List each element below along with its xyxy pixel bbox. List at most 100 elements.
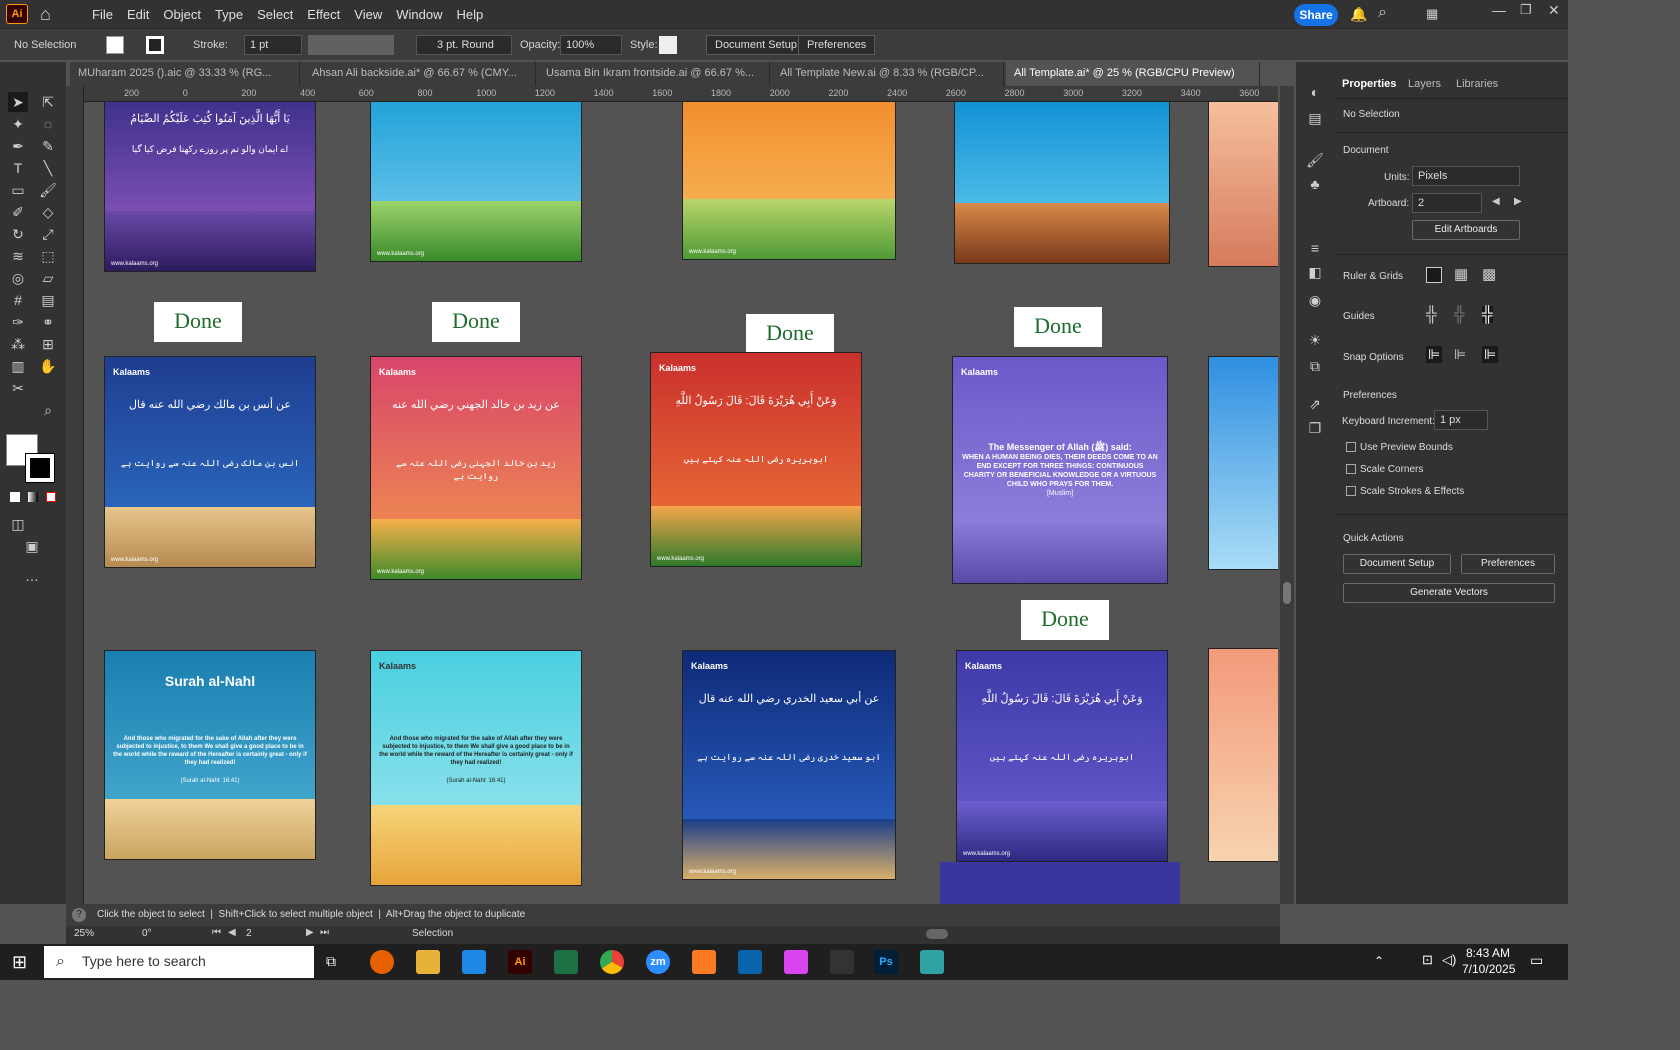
artboard-nav-last-icon[interactable]: ⏭ xyxy=(320,927,329,938)
screen-mode-icon[interactable]: ▣ xyxy=(22,536,42,556)
appearance-panel-icon[interactable]: ☀ xyxy=(1305,330,1325,350)
more-tools-icon[interactable]: … xyxy=(22,566,42,586)
warp-tool-icon[interactable]: ≋ xyxy=(8,246,28,266)
excel-icon[interactable] xyxy=(554,950,578,974)
vertical-scrollbar[interactable] xyxy=(1280,86,1294,904)
eraser-icon[interactable]: ◇ xyxy=(38,202,58,222)
color-mode-icon[interactable] xyxy=(10,492,20,502)
artboard-10[interactable] xyxy=(1208,356,1278,570)
menu-window[interactable]: Window xyxy=(396,7,442,22)
tab-all-template-new[interactable]: All Template New.ai @ 8.33 % (RGB/CP... xyxy=(772,62,1004,86)
stroke-swatch[interactable] xyxy=(146,36,164,54)
artboard-select[interactable]: 2 xyxy=(1412,193,1482,213)
curvature-tool-icon[interactable]: ✎ xyxy=(38,136,58,156)
column-graph-icon[interactable]: ▥ xyxy=(8,356,28,376)
artboard-3[interactable]: www.kalaams.org xyxy=(682,102,896,260)
paintbrush-icon[interactable]: 🖌 xyxy=(38,180,58,200)
tool-app-icon[interactable] xyxy=(830,950,854,974)
menu-edit[interactable]: Edit xyxy=(127,7,149,22)
type-tool-icon[interactable]: T xyxy=(8,158,28,178)
snap-to-grid-icon[interactable]: ⊫ xyxy=(1454,346,1466,363)
menu-view[interactable]: View xyxy=(354,7,382,22)
smart-guides-icon[interactable]: ╬ xyxy=(1482,306,1493,323)
layers-panel-icon[interactable]: ⧉ xyxy=(1305,356,1325,376)
keyboard-increment-input[interactable]: 1 px xyxy=(1434,410,1488,430)
lock-guides-icon[interactable]: ╬ xyxy=(1454,306,1465,323)
close-icon[interactable]: ✕ xyxy=(1548,2,1560,19)
home-icon[interactable]: ⌂ xyxy=(40,5,62,23)
artboard-nav-first-icon[interactable]: ⏮ xyxy=(212,927,221,938)
workspace-icon[interactable]: ▦ xyxy=(1426,6,1438,22)
artboard-5[interactable] xyxy=(1208,102,1278,267)
transparency-grid-icon[interactable]: ▩ xyxy=(1482,265,1496,283)
vscode-icon[interactable] xyxy=(462,950,486,974)
rulers-icon[interactable] xyxy=(1426,267,1442,283)
bell-icon[interactable]: 🔔 xyxy=(1350,6,1367,23)
design-app-icon[interactable] xyxy=(784,950,808,974)
opacity-input[interactable]: 100% xyxy=(560,35,622,55)
rotation-input[interactable]: 0° xyxy=(142,928,152,939)
brush-definition[interactable]: 3 pt. Round xyxy=(416,35,512,55)
preferences-button[interactable]: Preferences xyxy=(1461,554,1555,574)
line-tool-icon[interactable]: ╲ xyxy=(38,158,58,178)
stroke-color-icon[interactable] xyxy=(25,453,55,483)
artboard-4[interactable] xyxy=(954,102,1170,264)
mesh-tool-icon[interactable]: # xyxy=(8,290,28,310)
artboard-7[interactable]: Kalaams عن زيد بن خالد الجهني رضي الله ع… xyxy=(370,356,582,580)
menu-select[interactable]: Select xyxy=(257,7,293,22)
scale-tool-icon[interactable]: ⤢ xyxy=(38,224,58,244)
artboards-panel-icon[interactable]: ❐ xyxy=(1305,418,1325,438)
direct-selection-tool-icon[interactable]: ⇱ xyxy=(38,92,58,112)
zoom-tool-icon[interactable]: ⌕ xyxy=(38,400,58,420)
stroke-panel-icon[interactable]: ≡ xyxy=(1305,238,1325,258)
units-select[interactable]: Pixels xyxy=(1412,166,1520,186)
horizontal-scroll-thumb[interactable] xyxy=(926,929,948,939)
outlook-icon[interactable] xyxy=(738,950,762,974)
pen-tool-icon[interactable]: ✒ xyxy=(8,136,28,156)
gradient-panel-icon[interactable]: ◧ xyxy=(1305,262,1325,282)
clock-time[interactable]: 8:43 AM xyxy=(1466,946,1510,960)
magic-wand-icon[interactable]: ✦ xyxy=(8,114,28,134)
menu-help[interactable]: Help xyxy=(456,7,483,22)
tab-muharam[interactable]: MUharam 2025 ().aic @ 33.33 % (RG... xyxy=(70,62,300,86)
use-preview-bounds-checkbox[interactable] xyxy=(1346,442,1356,452)
export-panel-icon[interactable]: ⇗ xyxy=(1305,394,1325,414)
free-transform-icon[interactable]: ⬚ xyxy=(38,246,58,266)
canvas[interactable]: يَا أَيُّهَا الَّذِينَ آمَنُوا كُتِبَ عَ… xyxy=(84,102,1278,904)
share-button[interactable]: Share xyxy=(1294,4,1338,26)
artboard-2[interactable]: www.kalaams.org xyxy=(370,102,582,262)
gradient-tool-icon[interactable]: ▤ xyxy=(38,290,58,310)
edit-artboards-button[interactable]: Edit Artboards xyxy=(1412,220,1520,240)
artboard-tool-icon[interactable]: ⊞ xyxy=(38,334,58,354)
scale-corners-checkbox[interactable] xyxy=(1346,464,1356,474)
clock-date[interactable]: 7/10/2025 xyxy=(1462,962,1515,976)
menu-effect[interactable]: Effect xyxy=(307,7,340,22)
artboard-15[interactable] xyxy=(1208,648,1278,862)
tab-all-template[interactable]: All Template.ai* @ 25 % (RGB/CPU Preview… xyxy=(1006,62,1260,86)
grid-icon[interactable]: ▦ xyxy=(1454,265,1468,283)
done-label[interactable]: Done xyxy=(1014,307,1102,347)
menu-type[interactable]: Type xyxy=(215,7,243,22)
photoshop-icon[interactable]: Ps xyxy=(874,950,898,974)
variable-width-profile[interactable] xyxy=(308,35,394,55)
artboard-number-input[interactable]: 2 xyxy=(246,928,252,939)
shaper-tool-icon[interactable]: ✐ xyxy=(8,202,28,222)
artboard-nav-prev-icon[interactable]: ◀ xyxy=(228,927,236,938)
artboard-13[interactable]: Kalaams عن أبي سعيد الخدري رضي الله عنه … xyxy=(682,650,896,880)
snap-to-pixel-icon[interactable]: ⊫ xyxy=(1482,346,1499,363)
libraries-panel-icon[interactable]: ▤ xyxy=(1305,108,1325,128)
symbol-sprayer-icon[interactable]: ⁂ xyxy=(8,334,28,354)
document-setup-button[interactable]: Document Setup xyxy=(706,35,806,55)
draw-mode-icon[interactable]: ◫ xyxy=(8,514,28,534)
blend-tool-icon[interactable]: ⚭ xyxy=(38,312,58,332)
next-artboard-icon[interactable]: ▶ xyxy=(1514,196,1522,207)
selection-tool-icon[interactable]: ➤ xyxy=(8,92,28,112)
tab-usama-frontside[interactable]: Usama Bin Ikram frontside.ai @ 66.67 %..… xyxy=(538,62,770,86)
scale-strokes-checkbox[interactable] xyxy=(1346,486,1356,496)
lasso-icon[interactable]: ◌ xyxy=(38,114,58,134)
task-view-icon[interactable]: ⧉ xyxy=(326,953,336,970)
snap-to-point-icon[interactable]: ⊫ xyxy=(1426,346,1443,363)
firefox-icon[interactable] xyxy=(370,950,394,974)
zoom-input[interactable]: 25% xyxy=(74,928,94,939)
slice-tool-icon[interactable]: ✂ xyxy=(8,378,28,398)
